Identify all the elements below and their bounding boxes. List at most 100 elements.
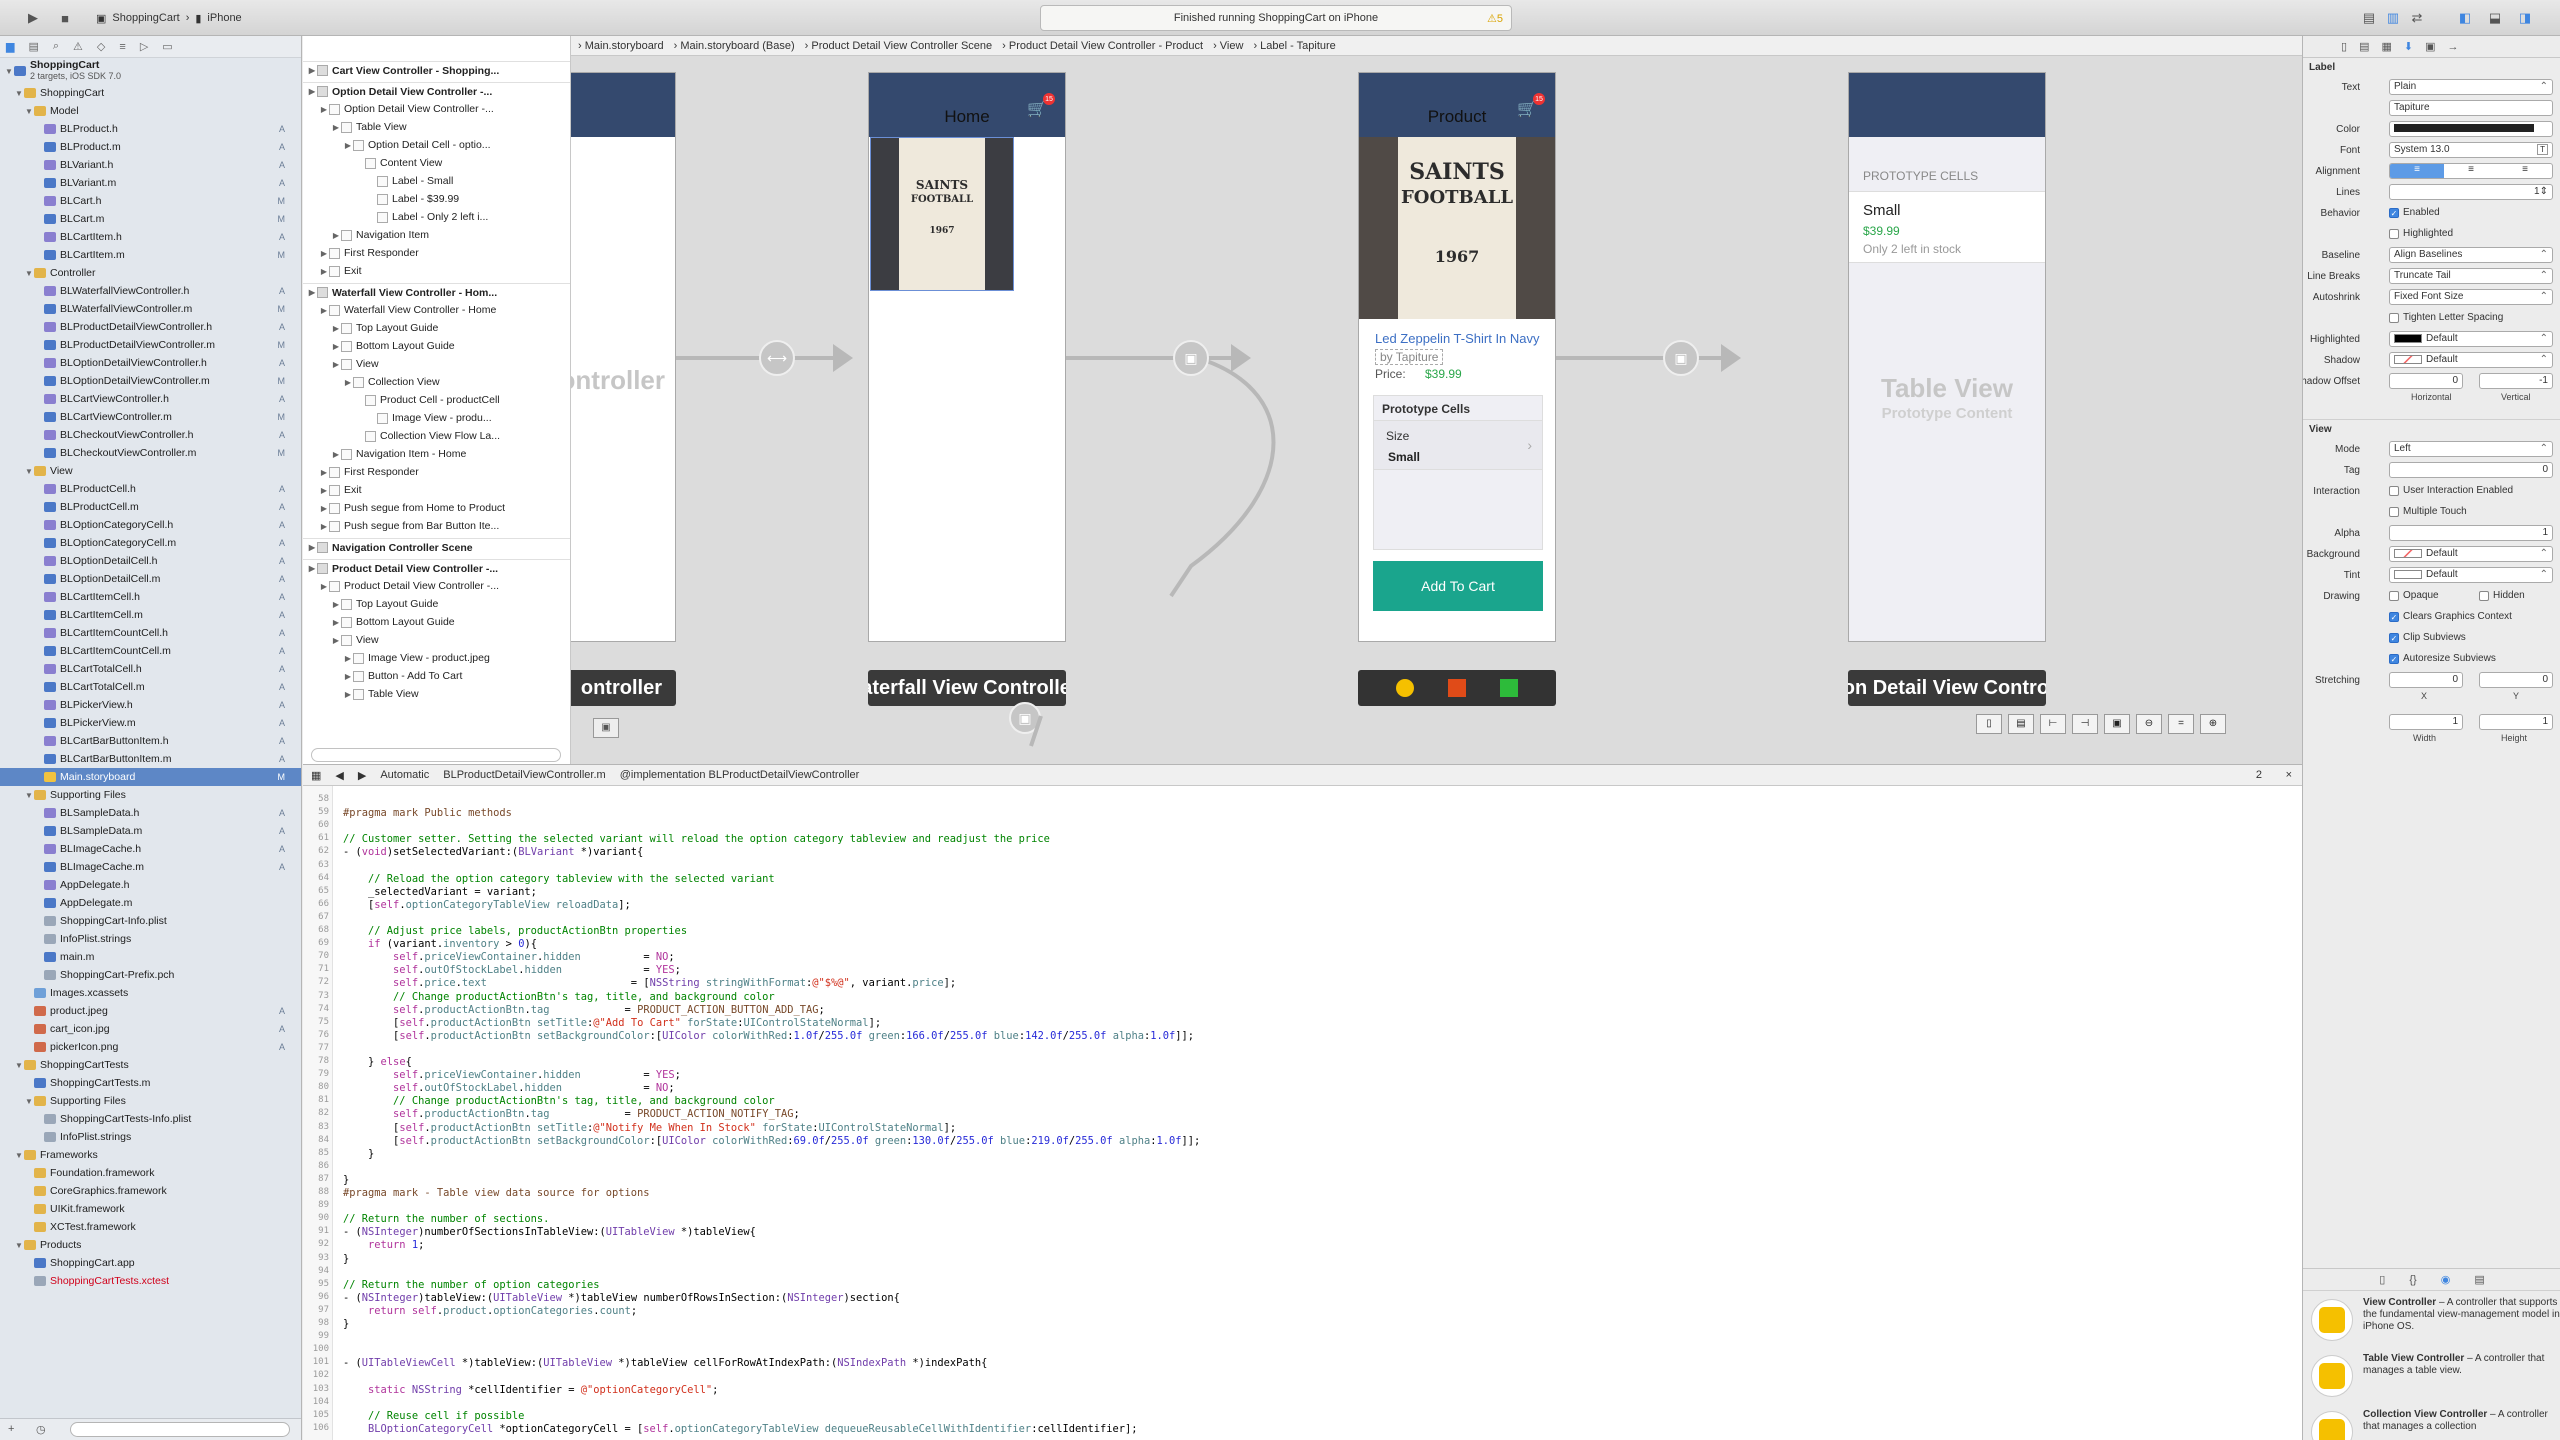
resizing-icon[interactable]: ▣ — [2104, 714, 2130, 734]
disclosure-triangle-icon[interactable]: ▶ — [343, 690, 353, 699]
file-item[interactable]: UIKit.framework — [0, 1200, 301, 1218]
clip-subviews-checkbox[interactable]: ✓ Clip Subviews — [2389, 632, 2466, 643]
file-item[interactable]: BLCartItem.h A — [0, 228, 301, 246]
disclosure-triangle-icon[interactable]: ▼ — [24, 1097, 34, 1106]
code-line[interactable]: // Change productActionBtn's tag, title,… — [343, 1095, 775, 1107]
align-icon[interactable]: ▤ — [2008, 714, 2034, 734]
disclosure-triangle-icon[interactable]: ▶ — [331, 618, 341, 627]
disclosure-triangle-icon[interactable]: ▶ — [319, 249, 329, 258]
zoom-in-icon[interactable]: ⊕ — [2200, 714, 2226, 734]
file-item[interactable]: BLWaterfallViewController.m M — [0, 300, 301, 318]
code-line[interactable]: self.productActionBtn.tag = PRODUCT_ACTI… — [343, 1004, 825, 1016]
file-item[interactable]: ▼ Supporting Files — [0, 1092, 301, 1110]
file-item[interactable]: BLVariant.m A — [0, 174, 301, 192]
file-item[interactable]: ▼ Frameworks — [0, 1146, 301, 1164]
assistant-mode[interactable]: Automatic — [380, 769, 429, 781]
disclosure-triangle-icon[interactable]: ▶ — [307, 66, 317, 75]
cart-icon[interactable]: 🛒 15 — [1517, 93, 1545, 121]
code-line[interactable]: // Reload the option category tableview … — [343, 873, 775, 885]
resolve-icon[interactable]: ⊣ — [2072, 714, 2098, 734]
breadcrumb-item[interactable]: › Product Detail View Controller Scene — [805, 40, 993, 52]
object-library-icon[interactable]: ◉ — [2441, 1273, 2451, 1286]
code-snippet-icon[interactable]: {} — [2409, 1274, 2416, 1286]
file-item[interactable]: BLCart.h M — [0, 192, 301, 210]
show-segue-icon[interactable]: ▣ — [1173, 340, 1209, 376]
option-detail-scene[interactable]: PROTOTYPE CELLS Small $39.99 Only 2 left… — [1848, 72, 2046, 642]
stretch-height-field[interactable]: 1 — [2479, 714, 2553, 730]
outline-item[interactable]: ▶ Waterfall View Controller - Home — [303, 301, 570, 319]
file-item[interactable]: ▼ Supporting Files — [0, 786, 301, 804]
file-item[interactable]: BLCartItemCell.h A — [0, 588, 301, 606]
file-item[interactable]: cart_icon.jpg A — [0, 1020, 301, 1038]
code-line[interactable]: if (variant.inventory > 0){ — [343, 938, 537, 950]
disclosure-triangle-icon[interactable]: ▶ — [331, 636, 341, 645]
run-icon[interactable]: ▶ — [24, 8, 42, 28]
file-item[interactable]: BLCartBarButtonItem.h A — [0, 732, 301, 750]
outline-scene[interactable]: ▶ Product Detail View Controller -... — [303, 559, 570, 577]
file-item[interactable]: BLCartTotalCell.m A — [0, 678, 301, 696]
code-line[interactable]: BLOptionCategoryCell *optionCategoryCell… — [343, 1423, 1138, 1435]
zoom-out-icon[interactable]: ⊖ — [2136, 714, 2162, 734]
file-item[interactable]: ▼ ShoppingCart — [0, 84, 301, 102]
recent-icon[interactable]: ◷ — [36, 1423, 46, 1436]
code-line[interactable]: [self.productActionBtn setTitle:@"Notify… — [343, 1122, 956, 1134]
file-item[interactable]: BLCartItemCountCell.m A — [0, 642, 301, 660]
file-item[interactable]: BLOptionDetailViewController.h A — [0, 354, 301, 372]
tint-popup[interactable]: Default ⌃ — [2389, 567, 2553, 583]
library-item[interactable]: View Controller – A controller that supp… — [2303, 1291, 2560, 1347]
outline-item[interactable]: ▶ Bottom Layout Guide — [303, 613, 570, 631]
alignment-segmented[interactable]: ≡ ≡ ≡ — [2389, 163, 2553, 179]
file-item[interactable]: BLProductCell.h A — [0, 480, 301, 498]
outline-item[interactable]: ▶ First Responder — [303, 244, 570, 262]
code-line[interactable]: return 1; — [343, 1239, 424, 1251]
code-line[interactable]: } else{ — [343, 1056, 412, 1068]
code-line[interactable]: self.price.text = [NSString stringWithFo… — [343, 977, 956, 989]
multiple-touch-checkbox[interactable]: Multiple Touch — [2389, 506, 2467, 517]
file-item[interactable]: ▼ Products — [0, 1236, 301, 1254]
related-items-icon[interactable]: ▦ — [311, 769, 321, 782]
identity-inspector-icon[interactable]: ▦ — [2381, 40, 2391, 53]
disclosure-triangle-icon[interactable]: ▼ — [14, 1061, 24, 1070]
test-icon[interactable]: ◇ — [97, 40, 105, 53]
outline-item[interactable]: Product Cell - productCell — [303, 391, 570, 409]
outline-scene[interactable]: ▶ Waterfall View Controller - Hom... — [303, 283, 570, 301]
file-item[interactable]: BLCartItem.m M — [0, 246, 301, 264]
text-type-popup[interactable]: Plain ⌃ — [2389, 79, 2553, 95]
file-item[interactable]: product.jpeg A — [0, 1002, 301, 1020]
disclosure-triangle-icon[interactable]: ▶ — [319, 267, 329, 276]
outline-item[interactable]: ▶ View — [303, 355, 570, 373]
library-item[interactable]: Collection View Controller – A controlle… — [2303, 1403, 2560, 1440]
code-editor[interactable]: 58 59 60 61 62 63 64 65 66 67 68 69 70 71 72 73 74 75 76 77… — [303, 786, 2302, 1440]
highlighted-checkbox[interactable]: Highlighted — [2389, 228, 2453, 239]
file-item[interactable]: main.m — [0, 948, 301, 966]
file-item[interactable]: BLVariant.h A — [0, 156, 301, 174]
outline-item[interactable]: Label - Small — [303, 172, 570, 190]
file-item[interactable]: AppDelegate.m — [0, 894, 301, 912]
code-line[interactable]: // Reuse cell if possible — [343, 1410, 524, 1422]
exit-icon[interactable] — [1500, 679, 1518, 697]
options-table-view[interactable]: Prototype Cells Size Small › — [1373, 395, 1543, 550]
code-line[interactable]: static NSString *cellIdentifier = @"opti… — [343, 1384, 718, 1396]
font-field[interactable]: System 13.0 T — [2389, 142, 2553, 158]
disclosure-triangle-icon[interactable]: ▶ — [331, 342, 341, 351]
product-name-label[interactable]: Led Zeppelin T-Shirt In Navy — [1375, 331, 1540, 346]
outline-item[interactable]: ▶ Navigation Item — [303, 226, 570, 244]
code-line[interactable]: self.outOfStockLabel.hidden = YES; — [343, 964, 681, 976]
product-scene[interactable]: Product 🛒 15 SAINTS FOOTBALL 1967 Led Zep… — [1358, 72, 1556, 642]
code-line[interactable]: // Change productActionBtn's tag, title,… — [343, 991, 775, 1003]
layout-icon[interactable]: ▯ — [1976, 714, 2002, 734]
view-controller-icon[interactable] — [1396, 679, 1414, 697]
breadcrumb-item[interactable]: › Main.storyboard (Base) — [674, 40, 795, 52]
code-line[interactable]: // Return the number of option categorie… — [343, 1279, 599, 1291]
first-responder-icon[interactable] — [1448, 679, 1466, 697]
stretch-x-field[interactable]: 0 — [2389, 672, 2463, 688]
assistant-editor-icon[interactable]: ▥ — [2384, 8, 2402, 28]
code-line[interactable]: - (void)setSelectedVariant:(BLVariant *)… — [343, 846, 643, 858]
disclosure-triangle-icon[interactable]: ▶ — [343, 654, 353, 663]
file-item[interactable]: BLProduct.m A — [0, 138, 301, 156]
quick-help-icon[interactable]: ▤ — [2359, 40, 2369, 53]
warning-count[interactable]: ⚠5 — [1487, 12, 1503, 25]
connections-inspector-icon[interactable]: → — [2448, 41, 2459, 53]
back-icon[interactable]: ◀ — [335, 769, 343, 782]
lines-stepper[interactable]: 1 ⇕ — [2389, 184, 2553, 200]
